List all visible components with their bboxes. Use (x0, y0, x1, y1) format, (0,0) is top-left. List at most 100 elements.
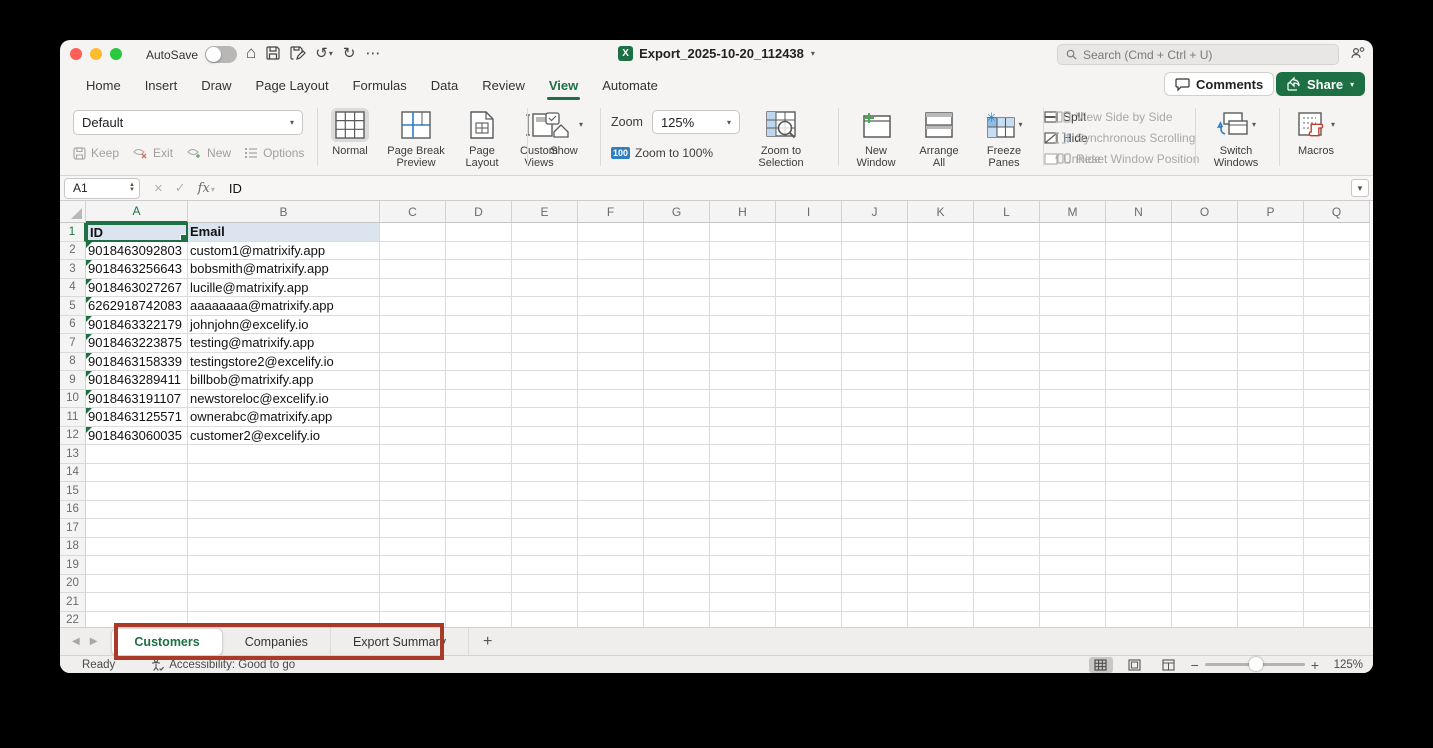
cell-Q20[interactable] (1304, 574, 1370, 593)
cell-A2[interactable]: 9018463092803 (86, 241, 188, 260)
cell-G19[interactable] (644, 556, 710, 575)
cell-F20[interactable] (578, 574, 644, 593)
cell-P13[interactable] (1238, 445, 1304, 464)
column-header-G[interactable]: G (644, 201, 710, 223)
cell-I5[interactable] (776, 297, 842, 316)
cell-O15[interactable] (1172, 482, 1238, 501)
cell-N17[interactable] (1106, 519, 1172, 538)
cell-D4[interactable] (446, 278, 512, 297)
insert-function-icon[interactable]: fx▾ (198, 181, 215, 196)
cell-B22[interactable] (188, 611, 380, 627)
cell-O13[interactable] (1172, 445, 1238, 464)
cell-N8[interactable] (1106, 352, 1172, 371)
show-chevron-icon[interactable]: ▾ (579, 119, 583, 131)
cell-Q14[interactable] (1304, 463, 1370, 482)
cell-G5[interactable] (644, 297, 710, 316)
cell-C13[interactable] (380, 445, 446, 464)
cell-J21[interactable] (842, 593, 908, 612)
cell-E22[interactable] (512, 611, 578, 627)
cell-K9[interactable] (908, 371, 974, 390)
row-header-17[interactable]: 17 (60, 519, 86, 538)
cell-F19[interactable] (578, 556, 644, 575)
cell-Q12[interactable] (1304, 426, 1370, 445)
cell-K4[interactable] (908, 278, 974, 297)
synchronous-scrolling-button[interactable]: Synchronous Scrolling (1055, 131, 1199, 145)
share-chevron-icon[interactable]: ▾ (1350, 80, 1354, 89)
cell-H15[interactable] (710, 482, 776, 501)
column-header-N[interactable]: N (1106, 201, 1172, 223)
cell-L19[interactable] (974, 556, 1040, 575)
cell-H11[interactable] (710, 408, 776, 427)
cell-P21[interactable] (1238, 593, 1304, 612)
cell-B2[interactable]: custom1@matrixify.app (188, 241, 380, 260)
page-layout-status-button[interactable] (1123, 657, 1147, 673)
cell-A12[interactable]: 9018463060035 (86, 426, 188, 445)
cell-G4[interactable] (644, 278, 710, 297)
cell-B20[interactable] (188, 574, 380, 593)
cell-P8[interactable] (1238, 352, 1304, 371)
cell-B5[interactable]: aaaaaaaa@matrixify.app (188, 297, 380, 316)
cell-G7[interactable] (644, 334, 710, 353)
cell-Q6[interactable] (1304, 315, 1370, 334)
cell-H22[interactable] (710, 611, 776, 627)
cell-C2[interactable] (380, 241, 446, 260)
cell-E14[interactable] (512, 463, 578, 482)
cell-K16[interactable] (908, 500, 974, 519)
cell-L10[interactable] (974, 389, 1040, 408)
cell-Q16[interactable] (1304, 500, 1370, 519)
cell-Q7[interactable] (1304, 334, 1370, 353)
row-header-12[interactable]: 12 (60, 426, 86, 445)
sheet-nav-left-icon[interactable]: ◀ (72, 636, 80, 647)
cell-O4[interactable] (1172, 278, 1238, 297)
column-header-M[interactable]: M (1040, 201, 1106, 223)
cell-A22[interactable] (86, 611, 188, 627)
cell-L17[interactable] (974, 519, 1040, 538)
exit-button[interactable]: Exit (133, 146, 173, 160)
cell-H1[interactable] (710, 223, 776, 242)
cell-D15[interactable] (446, 482, 512, 501)
cell-H4[interactable] (710, 278, 776, 297)
cell-L3[interactable] (974, 260, 1040, 279)
cell-B19[interactable] (188, 556, 380, 575)
cell-P12[interactable] (1238, 426, 1304, 445)
cell-N11[interactable] (1106, 408, 1172, 427)
cell-K11[interactable] (908, 408, 974, 427)
cell-I17[interactable] (776, 519, 842, 538)
title-chevron-icon[interactable]: ▾ (811, 49, 815, 58)
normal-view-button[interactable]: Normal (328, 108, 372, 157)
cell-Q9[interactable] (1304, 371, 1370, 390)
cell-I19[interactable] (776, 556, 842, 575)
cell-N6[interactable] (1106, 315, 1172, 334)
cell-K3[interactable] (908, 260, 974, 279)
cell-B16[interactable] (188, 500, 380, 519)
profile-icon[interactable] (1350, 46, 1366, 65)
cell-G10[interactable] (644, 389, 710, 408)
cell-B1[interactable]: Email (188, 223, 380, 242)
cell-O6[interactable] (1172, 315, 1238, 334)
cell-L8[interactable] (974, 352, 1040, 371)
ribbon-tab-data[interactable]: Data (419, 70, 470, 100)
cell-E3[interactable] (512, 260, 578, 279)
cell-P17[interactable] (1238, 519, 1304, 538)
cell-E11[interactable] (512, 408, 578, 427)
cell-P6[interactable] (1238, 315, 1304, 334)
cell-G1[interactable] (644, 223, 710, 242)
freeze-panes-chevron-icon[interactable]: ▾ (1018, 119, 1022, 131)
cell-O20[interactable] (1172, 574, 1238, 593)
cell-D19[interactable] (446, 556, 512, 575)
sheet-view-dropdown[interactable]: Default ▾ (73, 110, 303, 135)
cell-I8[interactable] (776, 352, 842, 371)
cell-N16[interactable] (1106, 500, 1172, 519)
cell-N20[interactable] (1106, 574, 1172, 593)
cell-C16[interactable] (380, 500, 446, 519)
accessibility-status[interactable]: Accessibility: Good to go (151, 658, 295, 671)
cell-B9[interactable]: billbob@matrixify.app (188, 371, 380, 390)
cell-C10[interactable] (380, 389, 446, 408)
cell-Q19[interactable] (1304, 556, 1370, 575)
ribbon-tab-review[interactable]: Review (470, 70, 537, 100)
cell-G21[interactable] (644, 593, 710, 612)
column-header-E[interactable]: E (512, 201, 578, 223)
cell-M2[interactable] (1040, 241, 1106, 260)
cell-K14[interactable] (908, 463, 974, 482)
cell-K1[interactable] (908, 223, 974, 242)
